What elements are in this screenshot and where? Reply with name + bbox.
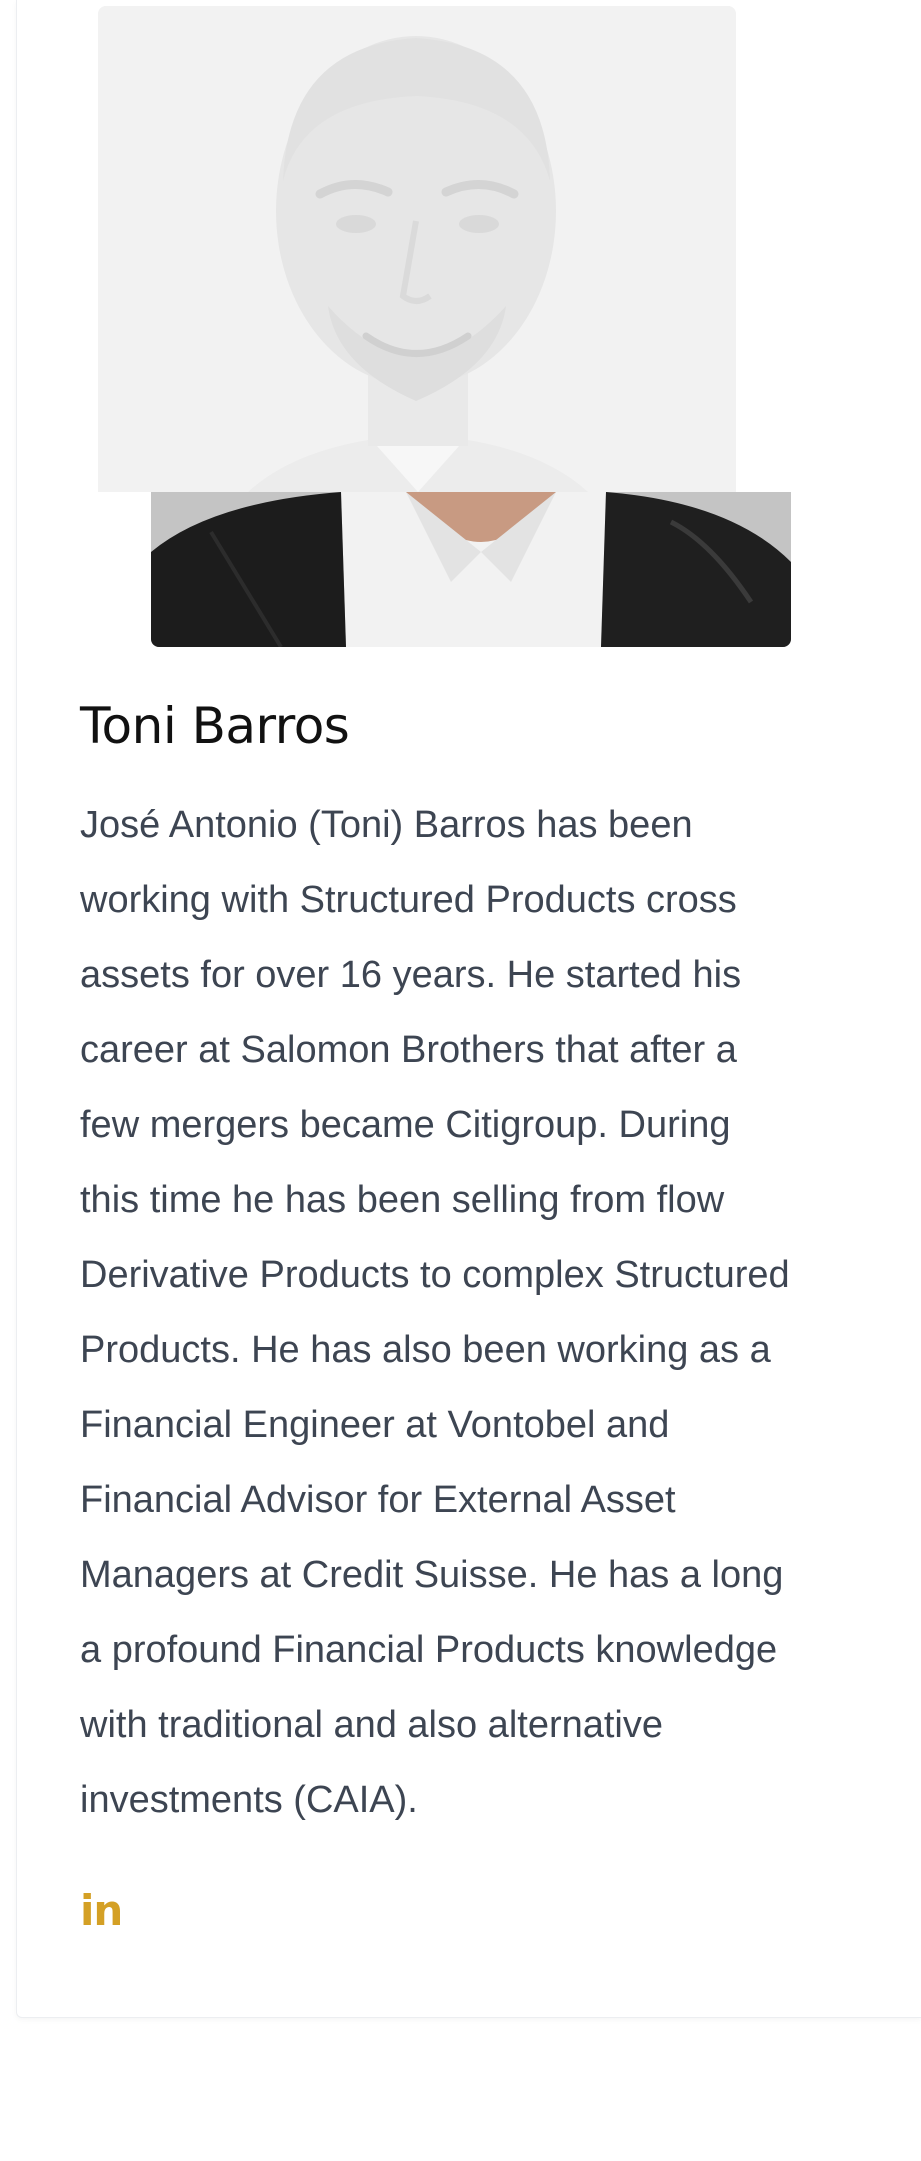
bio-line: José Antonio (Toni) Barros has been: [80, 804, 693, 846]
bio-line: working with Structured Products cross: [80, 879, 737, 921]
bio-line: with traditional and also alternative: [80, 1704, 664, 1746]
bio-line: a profound Financial Products knowledge: [80, 1629, 778, 1671]
portrait-photo: [151, 492, 791, 647]
bio-line: Products. He has also been working as a: [80, 1329, 771, 1371]
bio-line: Financial Advisor for External Asset: [80, 1479, 676, 1521]
member-bio: José Antonio (Toni) Barros has been work…: [80, 788, 880, 1838]
member-name: Toni Barros: [80, 697, 350, 755]
linkedin-icon[interactable]: in: [80, 1885, 123, 1937]
bio-line: Derivative Products to complex Structure…: [80, 1254, 790, 1296]
bio-line: investments (CAIA).: [80, 1779, 418, 1821]
bio-line: few mergers became Citigroup. During: [80, 1104, 731, 1146]
bio-line: this time he has been selling from flow: [80, 1179, 725, 1221]
bio-line: career at Salomon Brothers that after a: [80, 1029, 737, 1071]
bio-line: Managers at Credit Suisse. He has a long: [80, 1554, 784, 1596]
portrait-photo-overlay: [98, 6, 736, 492]
bio-line: Financial Engineer at Vontobel and: [80, 1404, 670, 1446]
bio-line: assets for over 16 years. He started his: [80, 954, 742, 996]
